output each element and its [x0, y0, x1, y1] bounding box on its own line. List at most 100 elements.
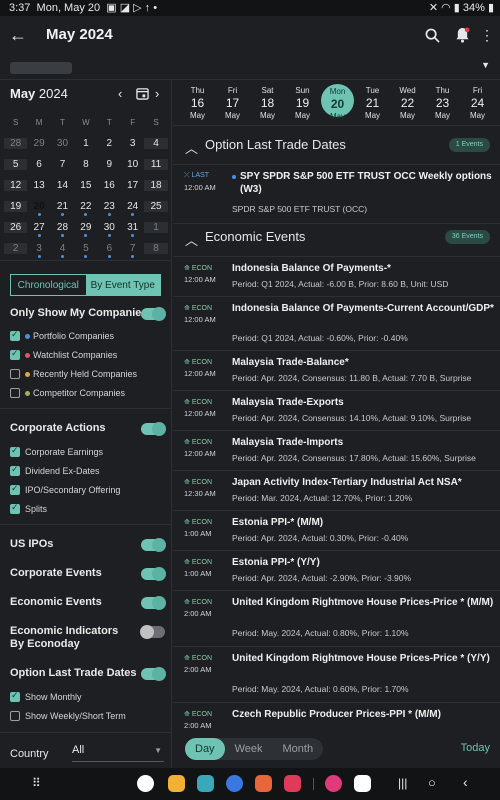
calendar-day[interactable]: 14 — [51, 180, 74, 191]
dividend-checkbox-row[interactable]: Dividend Ex-Dates — [10, 464, 100, 476]
economic-events-switch[interactable] — [141, 596, 166, 610]
calendar-day[interactable]: 1 — [144, 222, 168, 233]
next-month-icon[interactable]: › — [155, 86, 159, 101]
recently-held-checkbox-row[interactable]: Recently Held Companies — [10, 369, 137, 379]
econ-event-row[interactable]: ⟰ ECON 1:00 AM Estonia PPI-* (M/M) Perio… — [173, 510, 500, 550]
checkbox[interactable] — [10, 329, 20, 341]
tab-week[interactable]: Week — [225, 738, 273, 760]
calendar-day[interactable]: 22 — [74, 201, 97, 216]
recent-apps-icon[interactable]: ||| — [398, 776, 407, 790]
day-strip-item-selected[interactable]: Mon 20 May — [321, 84, 354, 121]
calendar-day[interactable]: 21 — [51, 201, 74, 216]
calendar-day[interactable]: 16 — [98, 180, 121, 191]
show-monthly-checkbox-row[interactable]: Show Monthly — [10, 690, 82, 702]
option-event-row[interactable]: ⤫ LAST 12:00 AM SPY SPDR S&P 500 ETF TRU… — [173, 164, 500, 220]
calendar-day[interactable]: 28 — [4, 138, 28, 149]
econ-event-row[interactable]: ⟰ ECON 1:00 AM Estonia PPI-* (Y/Y) Perio… — [173, 550, 500, 590]
calendar-day[interactable]: 3 — [121, 138, 144, 149]
tab-month[interactable]: Month — [272, 738, 323, 760]
calendar-day[interactable]: 8 — [74, 159, 97, 170]
calendar-day-selected[interactable]: 20 — [27, 195, 50, 216]
files-icon[interactable] — [168, 775, 185, 792]
corporate-actions-switch[interactable] — [141, 422, 166, 436]
checkbox[interactable] — [10, 690, 20, 702]
today-button[interactable]: Today — [461, 742, 490, 754]
calendar-day[interactable]: 23 — [98, 201, 121, 216]
day-strip-item[interactable]: Sat 18 May — [250, 80, 285, 125]
calendar-day[interactable]: 7 — [51, 159, 74, 170]
chevron-up-icon[interactable]: ︿ — [185, 138, 198, 157]
by-event-type-tab[interactable]: By Event Type — [85, 275, 160, 295]
econ-event-row[interactable]: ⟰ ECON 2:00 AM United Kingdom Rightmove … — [173, 646, 500, 702]
day-strip-item[interactable]: Tue 21 May — [355, 80, 390, 125]
calendar-day[interactable]: 9 — [98, 159, 121, 170]
calendar-day[interactable]: 1 — [74, 138, 97, 149]
calendar-day[interactable]: 29 — [27, 138, 50, 149]
only-my-companies-switch[interactable] — [141, 307, 166, 321]
gmail-icon[interactable] — [354, 775, 371, 792]
calendar-day[interactable]: 28 — [51, 222, 74, 237]
econ-event-row[interactable]: ⟰ ECON 12:30 AM Japan Activity Index-Ter… — [173, 470, 500, 510]
checkbox[interactable] — [10, 711, 20, 721]
calendar-day[interactable]: 18 — [144, 180, 168, 191]
day-strip-item[interactable]: Fri 17 May — [215, 80, 250, 125]
flower-app-icon[interactable] — [325, 775, 342, 792]
calendar-day[interactable]: 2 — [4, 243, 28, 254]
calendar-day[interactable]: 27 — [27, 222, 50, 237]
app-grid-icon[interactable]: ⠿ — [32, 776, 41, 790]
day-strip-item[interactable]: Sun 19 May — [285, 80, 320, 125]
econ-event-row[interactable]: ⟰ ECON 12:00 AM Malaysia Trade-Imports P… — [173, 430, 500, 470]
tab-day[interactable]: Day — [185, 738, 225, 760]
calendar-day[interactable]: 12 — [4, 180, 28, 191]
calendar-day[interactable]: 26 — [4, 222, 28, 233]
chevron-down-icon[interactable]: ▼ — [481, 60, 490, 70]
watchlist-checkbox-row[interactable]: Watchlist Companies — [10, 348, 117, 360]
chevron-up-icon[interactable]: ︿ — [185, 230, 198, 249]
econ-event-row[interactable]: ⟰ ECON 12:00 AM Indonesia Balance Of Pay… — [173, 296, 500, 350]
calendar-app-icon[interactable] — [197, 775, 214, 792]
ipo-checkbox-row[interactable]: IPO/Secondary Offering — [10, 483, 120, 495]
calendar-day[interactable]: 31 — [121, 222, 144, 237]
econ-event-row[interactable]: ⟰ ECON 2:00 AM United Kingdom Rightmove … — [173, 590, 500, 646]
checkbox[interactable] — [10, 502, 20, 514]
calendar-day[interactable]: 24 — [121, 201, 144, 216]
calendar-day[interactable]: 15 — [74, 180, 97, 191]
day-strip-item[interactable]: Fri 24 May — [460, 80, 495, 125]
economic-indicators-switch[interactable] — [140, 625, 165, 639]
chrome-icon[interactable] — [137, 775, 154, 792]
calendar-day[interactable]: 4 — [144, 138, 168, 149]
checkbox[interactable] — [10, 369, 20, 379]
calendar-day[interactable]: 6 — [98, 243, 121, 258]
calendar-day[interactable]: 11 — [144, 159, 168, 170]
portfolio-checkbox-row[interactable]: Portfolio Companies — [10, 329, 114, 341]
calendar-day[interactable]: 2 — [98, 138, 121, 149]
calendar-day[interactable]: 25 — [144, 201, 168, 212]
calendar-day[interactable]: 3 — [27, 243, 50, 258]
calendar-day[interactable]: 5 — [4, 159, 28, 170]
calendar-day[interactable]: 5 — [74, 243, 97, 258]
us-ipos-switch[interactable] — [141, 538, 166, 552]
checkbox[interactable] — [10, 348, 20, 360]
calendar-day[interactable]: 4 — [51, 243, 74, 258]
calendar-day[interactable]: 29 — [74, 222, 97, 237]
corp-earnings-checkbox-row[interactable]: Corporate Earnings — [10, 445, 103, 457]
prev-month-icon[interactable]: ‹ — [118, 86, 122, 101]
more-menu-icon[interactable]: ⋮ — [478, 24, 496, 46]
day-strip-item[interactable]: Thu 16 May — [180, 80, 215, 125]
home-icon[interactable]: ○ — [428, 775, 436, 790]
calendar-day[interactable]: 30 — [51, 138, 74, 149]
option-section-header[interactable]: ︿ Option Last Trade Dates 1 Events — [173, 132, 500, 162]
econ-section-header[interactable]: ︿ Economic Events 36 Events — [173, 223, 500, 253]
checkbox[interactable] — [10, 483, 20, 495]
country-select[interactable]: All ▼ — [72, 744, 164, 762]
calendar-today-icon[interactable] — [135, 86, 149, 100]
calendar-day[interactable]: 6 — [27, 159, 50, 170]
calendar-day[interactable]: 19 — [4, 201, 28, 212]
econ-event-row[interactable]: ⟰ ECON 12:00 AM Malaysia Trade-Exports P… — [173, 390, 500, 430]
competitor-checkbox-row[interactable]: Competitor Companies — [10, 388, 125, 398]
system-back-icon[interactable]: ‹ — [463, 774, 468, 790]
day-strip-item[interactable]: Thu 23 May — [425, 80, 460, 125]
video-app-icon[interactable] — [284, 775, 301, 792]
splits-checkbox-row[interactable]: Splits — [10, 502, 47, 514]
back-arrow-icon[interactable]: ← — [8, 24, 28, 46]
